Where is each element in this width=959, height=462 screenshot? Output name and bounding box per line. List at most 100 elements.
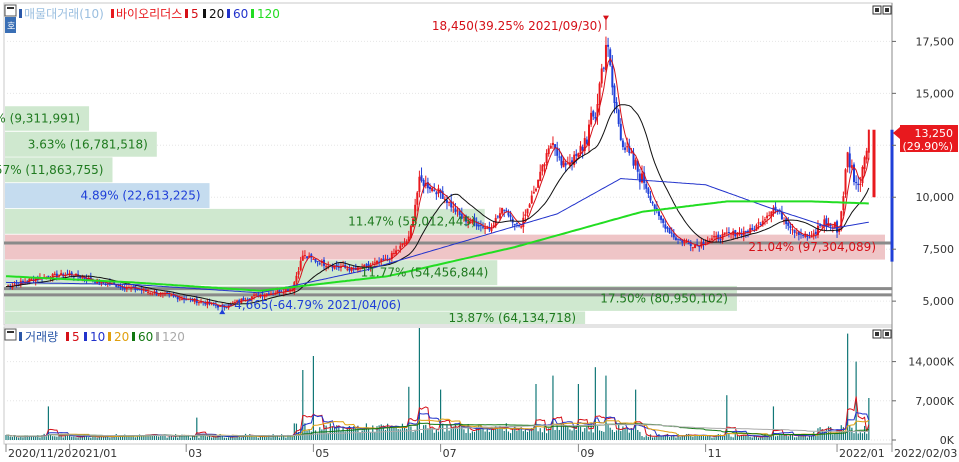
volume-bar [255,436,257,440]
vol-legend-ma60: 60 [138,330,153,344]
volume-bar [304,423,306,440]
indicator-button-glyph: 호 [7,21,15,32]
volume-bar [102,436,105,440]
volume-y-tick-label: 14,000K [908,356,954,369]
legend-marker-ma60 [227,9,230,18]
candle-body [15,283,18,285]
volume-bar [141,436,143,440]
volume-bar [9,436,11,440]
candle-body [437,188,440,194]
candle-body [604,44,607,71]
volume-bar [194,436,196,440]
volume-bar [456,428,459,440]
candle-body [819,224,822,226]
volume-bar [808,436,811,440]
volume-y-tick-label: 0K [940,434,955,447]
volume-bar [552,375,554,440]
volume-panel-menu-button[interactable] [4,328,17,341]
volume-bar [626,427,628,440]
volume-bar [696,435,698,440]
volume-bar [403,427,406,440]
volume-bar [609,427,611,440]
volume-bar [367,429,370,440]
candle-body [445,200,448,203]
candle-body [496,216,499,218]
candle-body [581,146,584,151]
volume-profile-label: 11.47% (53,012,445) [348,214,476,228]
candle-body [651,201,654,204]
candle-body [691,247,694,249]
volume-bar [777,435,779,440]
vol-legend-ma10: 10 [90,330,105,344]
volume-bar [679,436,681,440]
volume-bar [276,436,278,440]
candle-body [486,227,489,229]
candle-body [325,266,328,268]
candle-body [299,260,302,271]
candle-body [456,210,459,212]
candle-body [850,165,853,168]
volume-panel-menu-icon [7,331,14,333]
volume-bar [7,435,9,440]
volume-bar [49,434,52,440]
volume-bar [56,436,58,440]
candle-body [670,232,673,234]
candle-body [846,152,849,168]
candle-body [401,243,404,246]
volume-bar [444,431,446,440]
volume-bar [592,432,594,440]
volume-bar [859,432,861,440]
candle-body [592,111,595,117]
candle-body [789,226,792,229]
volume-bar [365,423,367,440]
volume-bar [234,437,236,440]
current-price-arrow [893,127,900,139]
volume-panel-maximize-icon [875,332,879,336]
candle-body [575,153,578,156]
candle-body [53,273,56,276]
candle-body [723,232,726,235]
candle-body [768,215,771,217]
volume-bar [692,436,694,440]
panel-menu-button[interactable] [4,4,17,17]
volume-bar [537,431,539,440]
volume-bar [433,432,435,440]
volume-bar [493,429,495,440]
volume-bar [507,431,510,440]
candle-body [710,238,713,240]
volume-bar [469,433,471,440]
volume-bar [546,433,548,440]
candle-body [301,255,304,261]
volume-bar [172,437,175,440]
candle-body [403,242,406,245]
candle-body [484,227,487,229]
volume-bar [509,433,512,440]
x-tick-label: 2022/02/03 [894,447,957,460]
volume-bar [658,434,660,440]
candle-body [482,226,484,228]
price-panel-close-icon [885,8,889,12]
volume-bar [554,430,556,440]
volume-bar [832,434,834,440]
legend-marker-ma5 [185,9,188,18]
volume-bar [244,433,247,440]
volume-bar [11,436,13,440]
volume-bar [734,434,736,440]
volume-bar [758,437,760,440]
volume-bar [96,437,98,440]
x-tick-label: 05 [315,447,329,460]
volume-bar [700,435,702,440]
legend-ma60: 60 [233,7,248,21]
price-y-tick-label: 7,500 [923,243,955,256]
candle-body [170,295,173,297]
volume-bar [115,434,117,440]
volume-bar [620,431,622,440]
volume-bar [840,425,842,440]
volume-bar [671,435,673,440]
volume-bar [825,429,828,440]
candle-body [147,291,150,293]
vol-legend-ma5: 5 [72,330,80,344]
vol-legend-marker-ma5 [66,332,69,341]
volume-bar [639,431,641,440]
volume-bar [312,356,314,440]
